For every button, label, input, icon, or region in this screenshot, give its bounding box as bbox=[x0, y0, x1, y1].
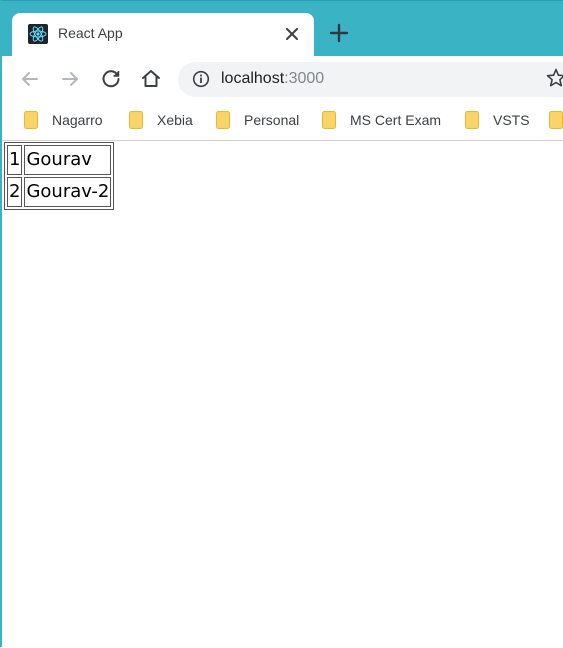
folder-icon bbox=[129, 111, 143, 129]
star-icon[interactable] bbox=[545, 67, 563, 89]
folder-icon bbox=[322, 111, 336, 129]
row-id-cell: 1 bbox=[7, 145, 23, 175]
row-id-cell: 2 bbox=[7, 177, 23, 207]
folder-icon bbox=[465, 111, 479, 129]
folder-icon bbox=[216, 111, 230, 129]
bookmark-label: MS Cert Exam bbox=[350, 112, 442, 128]
browser-window: React App localhost:3000 Nagarro Xebia P… bbox=[0, 0, 563, 648]
reload-icon[interactable] bbox=[99, 67, 123, 91]
plus-icon[interactable] bbox=[328, 22, 350, 44]
url-host: localhost bbox=[221, 70, 285, 87]
bookmark-label: Personal bbox=[244, 112, 300, 128]
row-name-cell: Gourav bbox=[24, 145, 112, 175]
home-icon[interactable] bbox=[139, 67, 163, 91]
bookmark-label: Nagarro bbox=[52, 112, 103, 128]
page-content: 1 Gourav 2 Gourav-2 bbox=[2, 141, 563, 648]
url-port: :3000 bbox=[284, 70, 325, 87]
close-icon[interactable] bbox=[282, 24, 302, 44]
tab-react-app[interactable]: React App bbox=[12, 13, 314, 56]
tab-title: React App bbox=[58, 25, 123, 41]
tab-strip: React App bbox=[2, 1, 563, 56]
data-table: 1 Gourav 2 Gourav-2 bbox=[4, 142, 115, 210]
back-arrow-icon[interactable] bbox=[18, 67, 42, 91]
table-row: 1 Gourav bbox=[7, 145, 112, 175]
bookmark-label: VSTS bbox=[493, 112, 530, 128]
url-text[interactable]: localhost:3000 bbox=[221, 70, 324, 88]
folder-icon bbox=[549, 111, 563, 129]
bookmark-label: Xebia bbox=[157, 112, 193, 128]
table-row: 2 Gourav-2 bbox=[7, 177, 112, 207]
folder-icon bbox=[24, 111, 38, 129]
react-logo-icon bbox=[28, 24, 48, 44]
browser-toolbar: localhost:3000 bbox=[2, 56, 563, 102]
row-name-cell: Gourav-2 bbox=[24, 177, 112, 207]
bookmarks-bar: Nagarro Xebia Personal MS Cert Exam VSTS bbox=[2, 102, 563, 141]
address-bar[interactable]: localhost:3000 bbox=[178, 62, 563, 97]
forward-arrow-icon[interactable] bbox=[58, 67, 82, 91]
info-icon[interactable] bbox=[192, 70, 210, 88]
